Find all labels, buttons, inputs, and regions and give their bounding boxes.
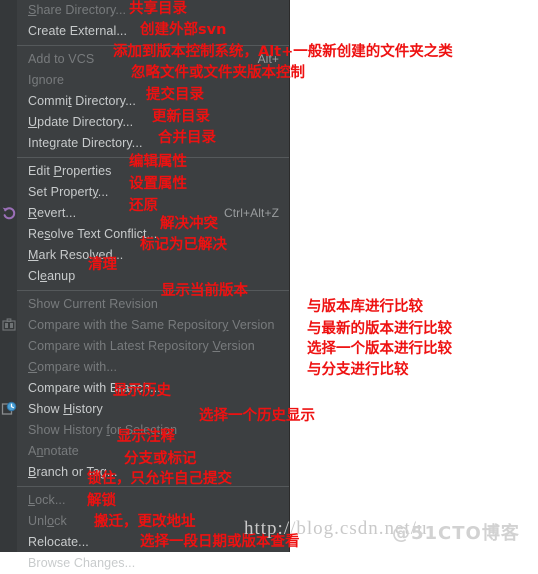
menu-item-label: Cleanup	[28, 269, 76, 283]
menu-item-compare-with[interactable]: Compare with...	[0, 357, 289, 378]
menu-item-label: Commit Directory...	[28, 94, 136, 108]
annotation-text: 显示注释	[117, 429, 175, 445]
menu-item-label: Add to VCS	[28, 52, 95, 66]
vcs-context-menu[interactable]: Share Directory... Create External... Add …	[0, 0, 290, 570]
annotation-text: 与版本库进行比较	[307, 299, 423, 315]
menu-item-label: Update Directory...	[28, 115, 134, 129]
menu-item-integrate-directory[interactable]: Integrate Directory...	[0, 133, 289, 154]
menu-item-label: Compare with the Same Repository Version	[28, 318, 275, 332]
menu-item-browse-changes[interactable]: Browse Changes...	[0, 553, 289, 574]
annotation-text: 选择一个版本进行比较	[307, 341, 452, 357]
menu-item-lock[interactable]: Lock...	[0, 490, 289, 511]
revert-icon	[1, 205, 17, 221]
menu-item-label: Unlock	[28, 514, 67, 528]
menu-item-label: Set Property...	[28, 185, 109, 199]
menu-item-update-directory[interactable]: Update Directory...	[0, 112, 289, 133]
annotation-text: 解决冲突	[160, 216, 218, 232]
annotation-text: 更新目录	[152, 109, 210, 125]
annotation-text: 合并目录	[158, 130, 216, 146]
annotation-text: 标记为已解决	[140, 237, 227, 253]
menu-item-label: Show Current Revision	[28, 297, 158, 311]
menu-item-compare-with-latest-repository-version[interactable]: Compare with Latest Repository Version	[0, 336, 289, 357]
annotation-text: 添加到版本控制系统，Alt+一般新创建的文件夹之类	[113, 44, 453, 60]
annotation-text: 显示当前版本	[161, 283, 248, 299]
annotation-text: 选择一个历史显示	[199, 408, 315, 424]
annotation-text: 搬迁，更改地址	[94, 514, 196, 530]
menu-item-label: Relocate...	[28, 535, 89, 549]
annotation-text: 设置属性	[129, 176, 187, 192]
menu-item-label: Edit Properties	[28, 164, 112, 178]
menu-item-label: Ignore	[28, 73, 65, 87]
menu-item-label: Annotate	[28, 444, 79, 458]
annotation-text: 与最新的版本进行比较	[307, 321, 452, 337]
menu-item-label: Create External...	[28, 24, 128, 38]
annotation-text: 共享目录	[129, 1, 187, 17]
menu-item-label: Browse Changes...	[28, 556, 136, 570]
annotation-text: 创建外部svn	[140, 22, 227, 38]
annotation-text: 显示历史	[113, 383, 171, 399]
menu-item-label: Compare with...	[28, 360, 118, 374]
menu-item-label: Show History	[28, 402, 103, 416]
annotation-text: 还原	[129, 198, 158, 214]
menu-item-label: Share Directory...	[28, 3, 127, 17]
annotation-text: 分支或标记	[124, 451, 197, 467]
menu-item-label: Compare with Latest Repository Version	[28, 339, 255, 353]
menu-item-label: Lock...	[28, 493, 66, 507]
annotation-text: 与分支进行比较	[307, 362, 409, 378]
annotation-text: 提交目录	[146, 87, 204, 103]
annotation-text: 忽略文件或文件夹版本控制	[131, 65, 305, 81]
menu-item-compare-with-the-same-repository-version[interactable]: Compare with the Same Repository Version	[0, 315, 289, 336]
annotation-text: 解锁	[87, 493, 116, 509]
annotation-text: 编辑属性	[129, 154, 187, 170]
menu-item-label: Integrate Directory...	[28, 136, 143, 150]
menu-item-label: Revert...	[28, 206, 77, 220]
compare-repository-icon	[1, 317, 17, 333]
watermark-brand: @51CTO博客	[392, 523, 520, 544]
menu-item-shortcut: Ctrl+Alt+Z	[223, 206, 279, 220]
annotation-text: 锁住，只允许自己提交	[87, 471, 232, 487]
show-history-icon	[1, 401, 17, 417]
menu-item-label: Resolve Text Conflict...	[28, 227, 158, 241]
menu-item-commit-directory[interactable]: Commit Directory...	[0, 91, 289, 112]
annotation-text: 清理	[88, 257, 117, 273]
